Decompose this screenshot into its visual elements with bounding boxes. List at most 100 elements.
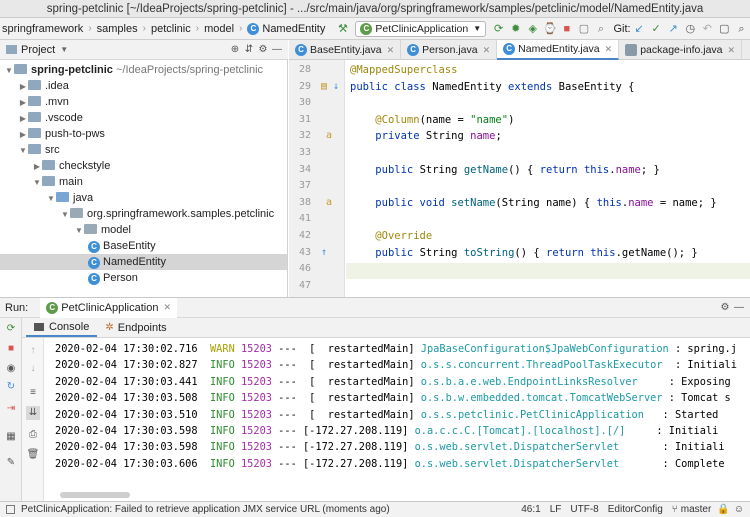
file-encoding[interactable]: UTF-8 [570,504,598,515]
breadcrumb-petclinic[interactable]: petclinic [149,23,193,35]
exit-icon[interactable]: ⇥ [4,402,18,416]
override-marker-icon[interactable]: ▤ [317,81,327,92]
code-editor[interactable]: @MappedSuperclass public class NamedEntit… [346,60,750,297]
tree-item[interactable]: ▶ .idea [0,78,287,94]
gear-icon[interactable]: ⚙ [256,43,270,57]
arrow-up-icon[interactable]: ↑ [26,344,40,358]
tree-item[interactable]: ▼ main [0,174,287,190]
hammer-build-icon[interactable]: ⚒ [335,21,350,37]
tree-item[interactable]: ▼ java [0,190,287,206]
tree-item[interactable]: ▶ push-to-pws [0,126,287,142]
chevron-down-icon[interactable]: ▼ [18,143,28,159]
tree-item[interactable]: C BaseEntity [0,238,287,254]
chevron-down-icon[interactable]: ▼ [74,223,84,239]
camera-icon[interactable]: ◉ [4,362,18,376]
console-output[interactable]: 2020-02-04 17:30:02.716 WARN 15203 --- [… [45,338,750,501]
history-icon[interactable]: ◷ [683,21,698,37]
close-icon[interactable]: ✕ [387,45,395,56]
override-up-icon[interactable]: ↑ [317,247,327,258]
scroll-end-icon[interactable]: ⇊ [26,406,40,420]
line-separator[interactable]: LF [550,504,562,515]
tree-item[interactable]: C NamedEntity [0,254,287,270]
profile-icon[interactable]: ⌚ [542,21,557,37]
run-config-select[interactable]: C PetClinicApplication ▼ [355,20,487,37]
tree-item[interactable]: ▶ checkstyle [0,158,287,174]
close-icon[interactable]: ✕ [605,44,613,55]
code-token: return this [546,246,616,259]
user-icon[interactable]: ☺ [734,504,744,515]
wrap-icon[interactable]: ≡ [26,386,40,400]
editorconfig[interactable]: EditorConfig [608,504,663,515]
breadcrumb-namedentity[interactable]: C NamedEntity [245,22,327,35]
tree-item[interactable]: ▼ org.springframework.samples.petclinic [0,206,287,222]
git-commit-icon[interactable]: ✓ [649,21,664,37]
tree-item[interactable]: ▼ spring-petclinic ~/IdeaProjects/spring-… [0,62,287,78]
layout-icon[interactable] [6,505,15,514]
run-tab[interactable]: C PetClinicApplication ✕ [40,297,178,318]
tab-endpoints[interactable]: ✲ Endpoints [97,318,174,337]
tree-item[interactable]: ▶ .vscode [0,110,287,126]
minimize-icon[interactable]: — [270,43,284,57]
gear-icon[interactable]: ⚙ [718,301,732,315]
horizontal-scrollbar[interactable] [60,492,130,498]
close-icon[interactable]: ✕ [163,302,171,313]
folder-icon [42,176,55,186]
breadcrumb-samples[interactable]: samples [95,23,140,35]
stop-icon[interactable]: ■ [4,342,18,356]
rerun-icon[interactable]: ⟳ [491,21,506,37]
debug-icon[interactable]: ✹ [508,21,523,37]
tab-console[interactable]: Console [26,318,98,337]
close-icon[interactable]: ✕ [483,45,491,56]
implemented-marker-icon[interactable]: ↓ [329,81,339,92]
chevron-down-icon[interactable]: ▼ [60,207,70,223]
chevron-right-icon[interactable]: ▶ [18,127,28,143]
setter-marker-icon[interactable]: a [322,197,332,208]
breadcrumb-springframework[interactable]: springframework [0,23,85,35]
tree-item[interactable]: ▼ src [0,142,287,158]
update-icon[interactable]: ↻ [4,380,18,394]
git-label: Git: [613,22,631,35]
chevron-right-icon[interactable]: ▶ [32,159,42,175]
editor-tab[interactable]: C Person.java ✕ [401,40,498,60]
code-token: ; } [640,163,660,176]
frame-icon[interactable]: ▢ [576,21,591,37]
rerun-icon[interactable]: ⟳ [4,322,18,336]
git-push-icon[interactable]: ↗ [666,21,681,37]
rollback-icon[interactable]: ↶ [700,21,715,37]
project-panel-title[interactable]: Project [21,44,55,56]
breadcrumb-model[interactable]: model [202,23,236,35]
pin-icon[interactable]: ✎ [4,456,18,470]
close-icon[interactable]: ✕ [728,45,736,56]
search-icon-2[interactable]: ⌕ [734,21,749,37]
coverage-icon[interactable]: ◈ [525,21,540,37]
layout-icon[interactable]: ▦ [4,430,18,444]
field-marker-icon[interactable]: a [322,130,332,141]
arrow-down-icon[interactable]: ↓ [26,362,40,376]
chevron-right-icon[interactable]: ▶ [18,95,28,111]
stop-icon[interactable]: ■ [559,21,574,37]
chevron-down-icon[interactable]: ▼ [32,175,42,191]
editor-tab[interactable]: C NamedEntity.java ✕ [497,40,620,60]
caret-position[interactable]: 46:1 [521,504,540,515]
editor-tab[interactable]: package-info.java ✕ [619,40,743,60]
tree-item[interactable]: ▶ .mvn [0,94,287,110]
editor-tab[interactable]: C BaseEntity.java ✕ [289,40,402,60]
chevron-right-icon[interactable]: ▶ [18,111,28,127]
tree-item[interactable]: C Person [0,270,287,286]
git-update-icon[interactable]: ↙ [632,21,647,37]
tree-item[interactable]: ▼ model [0,222,287,238]
chevron-right-icon[interactable]: ▶ [18,79,28,95]
chevron-down-icon[interactable]: ▼ [4,63,14,79]
search-icon[interactable]: ⌕ [593,21,608,37]
chevron-down-icon[interactable]: ▼ [60,45,68,54]
print-icon[interactable]: ⎙ [26,428,40,442]
minimize-icon[interactable]: — [732,301,746,315]
collapse-icon[interactable]: ⇵ [242,43,256,57]
git-branch[interactable]: master [681,504,712,515]
locate-icon[interactable]: ⊕ [228,43,242,57]
status-message[interactable]: PetClinicApplication: Failed to retrieve… [21,504,390,515]
frame-icon-2[interactable]: ▢ [717,21,732,37]
chevron-down-icon[interactable]: ▼ [46,191,56,207]
lock-icon[interactable]: 🔒 [717,504,729,515]
trash-icon[interactable]: 🗑 [26,448,40,462]
